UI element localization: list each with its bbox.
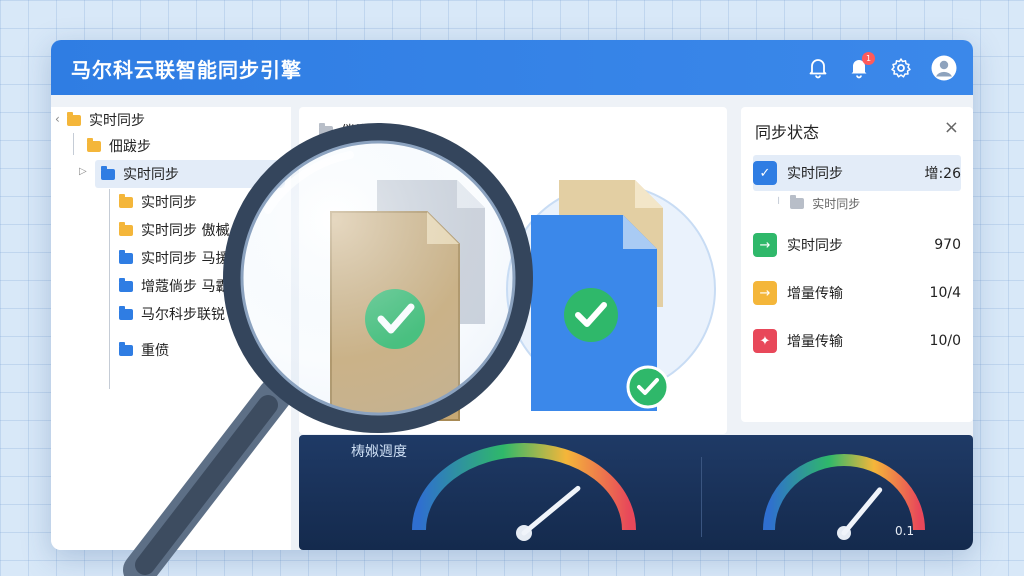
- status-row-value: 增:26: [924, 166, 961, 182]
- tree-connector: [109, 189, 110, 389]
- status-row[interactable]: → 增量传输 10/4: [753, 275, 961, 311]
- gauges: 0.1: [412, 443, 925, 541]
- status-row-value: 970: [934, 237, 961, 253]
- tree-item[interactable]: 增蔻倘步 马霸乐: [119, 273, 243, 299]
- tree-item-label: 马尔科步联锐: [141, 307, 225, 323]
- blue-document-icon: [531, 215, 670, 411]
- right-gauge-value: 0.1: [895, 524, 914, 538]
- tree-item-label: 实时同步: [123, 167, 179, 183]
- right-gauge-needle: [841, 487, 883, 536]
- tree-item[interactable]: 佃跋步: [87, 133, 151, 159]
- file-compare-panel: 偿懂: [299, 107, 727, 434]
- folder-icon: [319, 123, 333, 137]
- status-row-label: 增量传输: [787, 334, 843, 350]
- folder-icon: [67, 111, 81, 126]
- title-bar: 马尔科云联智能同步引擎 1: [51, 40, 973, 95]
- app-title: 马尔科云联智能同步引擎: [71, 58, 302, 82]
- status-row-value: 10/4: [929, 285, 961, 301]
- parchment-document-icon: [330, 211, 460, 421]
- status-row-label: 实时同步: [787, 166, 843, 182]
- tree-item-label: 佃跋步: [109, 139, 151, 155]
- tree-item-label: 实时同步 马援: [141, 251, 230, 267]
- status-row-value: 10/0: [929, 333, 961, 349]
- tree-item[interactable]: 重偾: [119, 337, 169, 363]
- tree-item-label: 实时同步: [141, 195, 197, 211]
- arrow-right-icon: →: [753, 233, 777, 257]
- tree-item-label: 实时同步: [89, 113, 145, 129]
- status-row[interactable]: ✓ 实时同步 增:26: [753, 155, 961, 191]
- gear-icon[interactable]: [889, 56, 913, 80]
- user-avatar-icon[interactable]: [931, 55, 957, 81]
- bell-icon[interactable]: [806, 56, 830, 80]
- check-icon: ✓: [753, 161, 777, 185]
- folder-icon: [790, 195, 805, 209]
- left-gauge-needle: [521, 485, 581, 536]
- status-row[interactable]: ✦ 增量传输 10/0: [753, 323, 961, 359]
- notification-badge: 1: [862, 52, 875, 65]
- tree-item-root[interactable]: 实时同步: [67, 107, 145, 133]
- tree-connector: [73, 133, 74, 155]
- tree-item[interactable]: 实时同步 马援: [119, 245, 229, 271]
- folder-icon: [87, 137, 101, 152]
- chevron-left-icon[interactable]: ‹: [55, 112, 60, 126]
- tree-item-label: 重偾: [141, 343, 169, 359]
- app-window: 马尔科云联智能同步引擎 1 ‹ 实时同步 佃跋步 ▷ 实时同步 实时同步 实时同…: [51, 40, 973, 550]
- left-gauge-arc: [412, 443, 636, 531]
- folder-icon: [119, 193, 133, 208]
- tree-item[interactable]: 马尔科步联锐: [119, 301, 225, 327]
- center-header-label: 偿懂: [341, 124, 369, 140]
- file-sync-illustration: [330, 180, 716, 421]
- sync-status-panel: 同步状态 × ✓ 实时同步 增:26 ╵ 实时同步 → 实时同步 970 → 增…: [741, 107, 973, 422]
- folder-icon: [119, 277, 133, 292]
- arrow-right-icon: →: [753, 281, 777, 305]
- tree-item[interactable]: 实时同步: [119, 189, 197, 215]
- folder-icon: [119, 249, 133, 264]
- tree-item-label: 增蔻倘步 马霸乐: [141, 279, 244, 295]
- folder-icon: [119, 221, 133, 236]
- speed-gauge-panel: 梼娰週度 0.1: [299, 435, 973, 550]
- folder-icon: [101, 165, 115, 180]
- folder-tree-panel: ‹ 实时同步 佃跋步 ▷ 实时同步 实时同步 实时同步 傲楲 实时同步 马援 增…: [51, 107, 291, 550]
- expand-arrow-icon[interactable]: ▷: [79, 166, 87, 177]
- status-row[interactable]: → 实时同步 970: [753, 227, 961, 263]
- tree-item-label: 实时同步 傲楲: [141, 223, 230, 239]
- status-row-label: 增量传输: [787, 286, 843, 302]
- status-subrow-label: 实时同步: [812, 197, 861, 211]
- star-icon: ✦: [753, 329, 777, 353]
- folder-icon: [119, 305, 133, 320]
- tree-item-selected[interactable]: 实时同步: [95, 160, 285, 188]
- status-subrow[interactable]: ╵ 实时同步: [775, 195, 860, 212]
- right-gauge-arc: [763, 454, 925, 531]
- tree-item[interactable]: 实时同步 傲楲: [119, 217, 229, 243]
- folder-icon: [119, 341, 133, 356]
- status-panel-title: 同步状态: [755, 123, 820, 142]
- status-row-label: 实时同步: [787, 238, 843, 254]
- close-icon[interactable]: ×: [944, 117, 959, 138]
